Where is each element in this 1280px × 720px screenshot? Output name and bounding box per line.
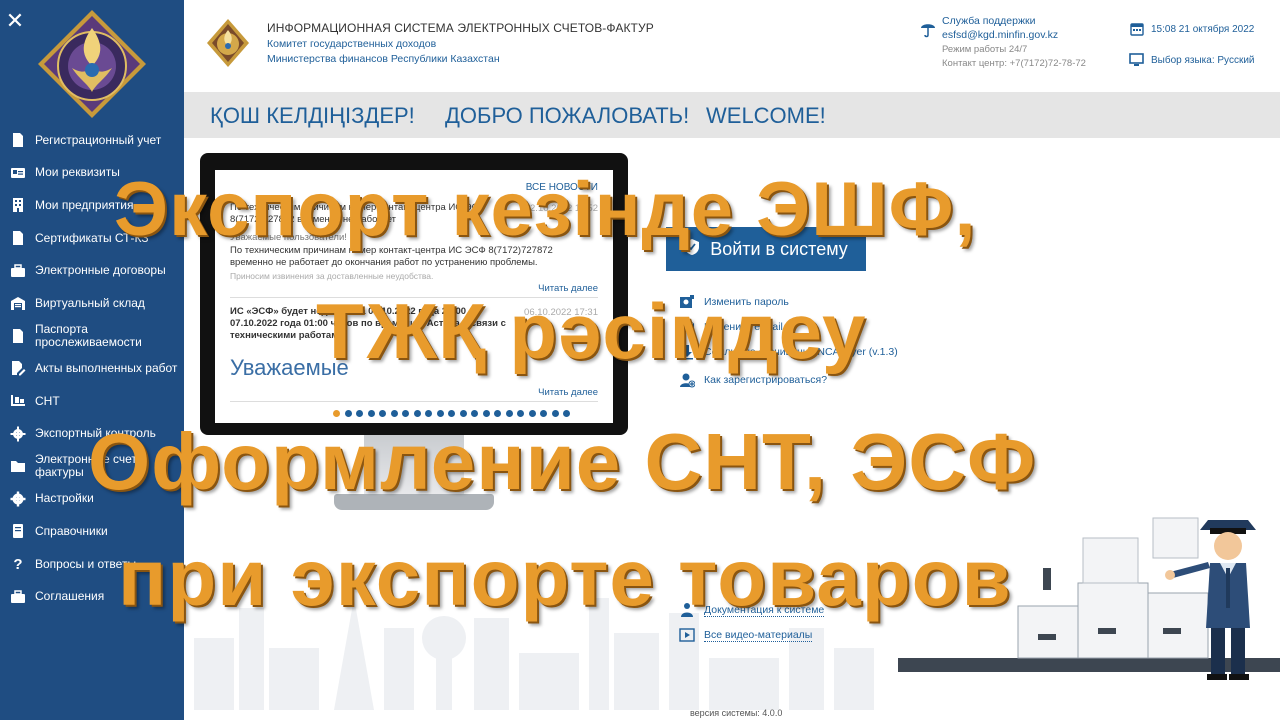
book-icon: [9, 522, 27, 540]
warehouse-icon: [9, 294, 27, 312]
sidebar-item-registration[interactable]: Регистрационный учет: [0, 124, 184, 157]
support-phone: Контакт центр: +7(7172)72-78-72: [942, 58, 1086, 69]
header: ИНФОРМАЦИОННАЯ СИСТЕМА ЭЛЕКТРОННЫХ СЧЕТО…: [184, 0, 1280, 92]
carousel-dot[interactable]: [482, 410, 490, 417]
carousel-dot[interactable]: [402, 410, 409, 417]
file-icon: [9, 229, 27, 247]
overlay-title-kz-line2: ТЖҚ рәсімдеу: [316, 287, 867, 375]
carousel-dot[interactable]: [367, 410, 375, 417]
carousel-dot[interactable]: [494, 410, 501, 417]
committee-name: Комитет государственных доходов: [267, 38, 437, 50]
system-version: версия системы: 4.0.0: [690, 708, 783, 718]
overlay-title-kz-line1: Экспорт кезінде ЭШФ,: [114, 167, 977, 252]
sidebar-item-label: Паспорта прослеживаемости: [35, 321, 142, 349]
sidebar-item-label: Настройки: [35, 491, 94, 506]
briefcase-icon: [9, 588, 27, 606]
briefcase-icon: [9, 262, 27, 280]
sidebar-item-passports[interactable]: Паспорта прослеживаемости: [0, 320, 184, 353]
videos-link[interactable]: Все видео-материалы: [679, 627, 813, 643]
news-item-2-read-more[interactable]: Читать далее: [538, 387, 598, 398]
sidebar-item-label: Регистрационный учет: [35, 132, 162, 147]
welcome-kz: ҚОШ КЕЛДІҢІЗДЕР!: [210, 103, 415, 128]
carousel-dot[interactable]: [505, 410, 513, 417]
calendar-icon: [1130, 23, 1144, 36]
how-to-register-label: Как зарегистрироваться?: [704, 374, 828, 386]
carousel-dot[interactable]: [413, 410, 421, 417]
carousel-dot[interactable]: [436, 410, 444, 417]
news-divider: [230, 401, 598, 402]
close-icon[interactable]: ✕: [4, 10, 26, 32]
emblem-logo: [207, 19, 249, 67]
overlay-title-ru-line1: Оформление СНТ, ЭСФ: [88, 417, 1037, 506]
video-icon: [679, 628, 695, 642]
carousel-dot[interactable]: [528, 410, 536, 417]
support-title: Служба поддержки: [942, 15, 1036, 27]
sidebar-item-label: Виртуальный склад: [35, 295, 145, 310]
sidebar-item-label: Справочники: [35, 523, 108, 538]
sidebar-item-label: СНТ: [35, 393, 60, 408]
system-title: ИНФОРМАЦИОННАЯ СИСТЕМА ЭЛЕКТРОННЫХ СЧЕТО…: [267, 21, 654, 35]
sidebar-item-snt[interactable]: СНТ: [0, 385, 184, 418]
carousel-dot[interactable]: [356, 410, 363, 417]
gear-icon: [9, 425, 27, 443]
document-icon: [9, 131, 27, 149]
sidebar-item-contracts[interactable]: Электронные договоры: [0, 254, 184, 287]
emblem-logo: [38, 10, 146, 118]
carousel-dot[interactable]: [425, 410, 432, 417]
carousel-dots: [333, 410, 575, 417]
sidebar-item-label: Электронные договоры: [35, 263, 166, 278]
support-hours: Режим работы 24/7: [942, 44, 1028, 55]
overlay-title-ru-line2: при экспорте товаров: [118, 533, 1012, 622]
carousel-dot[interactable]: [459, 410, 467, 417]
ministry-name: Министерства финансов Республики Казахст…: [267, 53, 500, 65]
id-card-icon: [9, 164, 27, 182]
sidebar-item-label: Акты выполненных работ: [35, 360, 178, 375]
carousel-dot[interactable]: [448, 410, 455, 417]
carousel-dot[interactable]: [333, 410, 340, 417]
sidebar-item-warehouse[interactable]: Виртуальный склад: [0, 287, 184, 320]
welcome-banner: ҚОШ КЕЛДІҢІЗДЕР! ДОБРО ПОЖАЛОВАТЬ! WELCO…: [184, 92, 1280, 138]
current-datetime: 15:08 21 октября 2022: [1151, 24, 1255, 35]
support-email-link[interactable]: esfsd@kgd.minfin.gov.kz: [942, 29, 1058, 41]
carousel-dot[interactable]: [344, 410, 352, 417]
sidebar-item-label: Соглашения: [35, 589, 105, 604]
edit-document-icon: [9, 359, 27, 377]
carousel-dot[interactable]: [390, 410, 398, 417]
welcome-en: WELCOME!: [706, 103, 826, 128]
building-icon: [9, 196, 27, 214]
carousel-dot[interactable]: [517, 410, 524, 417]
sidebar-item-label: Мои реквизиты: [35, 165, 120, 180]
carousel-dot[interactable]: [379, 410, 386, 417]
question-icon: ?: [13, 555, 23, 573]
carousel-dot[interactable]: [471, 410, 478, 417]
settings-icon: [9, 490, 27, 508]
welcome-ru: ДОБРО ПОЖАЛОВАТЬ!: [445, 103, 690, 128]
language-selector[interactable]: Выбор языка: Русский: [1151, 55, 1255, 66]
monitor-icon: [1129, 53, 1144, 66]
folder-icon: [9, 457, 27, 475]
sidebar-item-acts[interactable]: Акты выполненных работ: [0, 352, 184, 385]
carousel-dot[interactable]: [563, 410, 570, 417]
videos-label: Все видео-материалы: [704, 628, 813, 642]
truck-icon: [9, 392, 27, 410]
news-item-1-apology: Приносим извинения за доставленные неудо…: [230, 271, 434, 281]
document-icon: [9, 327, 27, 345]
carousel-dot[interactable]: [540, 410, 547, 417]
carousel-dot[interactable]: [551, 410, 559, 417]
umbrella-icon: [921, 24, 935, 38]
